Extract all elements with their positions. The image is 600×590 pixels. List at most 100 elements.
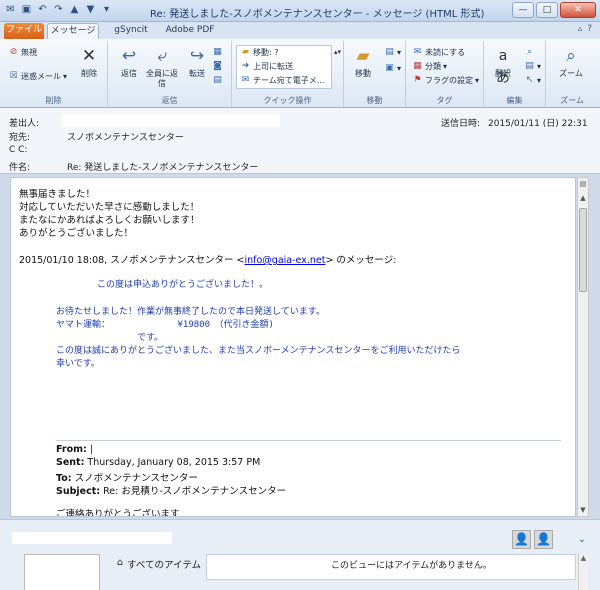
tab-gsyncit[interactable]: gSyncit <box>106 23 156 39</box>
down-arrow-icon[interactable]: ▼ <box>84 3 97 16</box>
category-icon: ▦ <box>413 61 422 71</box>
flag-button[interactable]: ⚑ フラグの設定 ▾ <box>412 75 479 86</box>
zoom-button[interactable]: ⌕ ズーム <box>554 45 588 79</box>
move-button[interactable]: ▰ 移動 <box>346 45 380 79</box>
customize-qat-icon[interactable]: ▾ <box>100 3 113 16</box>
body-scrollbar[interactable]: ▤ ▲ ▼ <box>577 177 589 517</box>
message-body[interactable]: 無事届きました！ 対応していただいた早さに感動しました！ またなにかあればよろし… <box>10 177 576 517</box>
group-label-reply: 返信 <box>161 96 178 105</box>
find-button[interactable]: ⌕ <box>524 47 535 58</box>
quoted-line: 幸いです。 <box>56 359 100 369</box>
group-zoom: ⌕ ズーム ズーム <box>546 41 598 107</box>
meeting-icon: ▦ <box>213 47 222 57</box>
reply-button[interactable]: ↩ 返信 <box>112 45 146 79</box>
help-icon[interactable]: ? <box>587 24 592 34</box>
tab-adobe-pdf[interactable]: Adobe PDF <box>160 23 220 39</box>
tab-message[interactable]: メッセージ <box>47 23 99 39</box>
body-line: またなにかあればよろしくお願いします！ <box>19 215 200 226</box>
sender-value[interactable] <box>62 114 280 127</box>
delete-x-icon: ✕ <box>81 46 97 66</box>
related-button[interactable]: ▤ ▾ <box>524 61 541 72</box>
quoted-to: To: スノボメンテナンスセンター <box>56 473 198 484</box>
forward-icon: ↪ <box>189 46 205 66</box>
im-button[interactable]: ◙ <box>212 61 223 72</box>
message-header: 差出人: 送信日時: 2015/01/11 (日) 22:31 宛先: スノボメ… <box>0 108 600 174</box>
body-line: ありがとうございました！ <box>19 228 134 239</box>
categorize-button[interactable]: ▦ 分類 ▾ <box>412 61 447 72</box>
maximize-button[interactable]: □ <box>536 2 558 18</box>
group-label-tags: タグ <box>436 96 453 105</box>
group-tags: ✉ 未読にする ▦ 分類 ▾ ⚑ フラグの設定 ▾ タグ <box>406 41 484 107</box>
team-mail-icon: ✉ <box>241 75 250 85</box>
quick-move-to[interactable]: ▰ 移動: ? <box>240 47 278 58</box>
save-icon[interactable]: ▣ <box>20 3 33 16</box>
quoted-line: ヤマト運輸： ¥19800 （代引き金額) <box>56 320 274 330</box>
group-label-quick-steps: クイック操作 <box>263 96 312 105</box>
actions-icon: ▣ <box>385 63 394 73</box>
quick-to-manager[interactable]: ➜ 上司に転送 <box>240 61 293 72</box>
tab-file[interactable]: ファイル <box>4 23 44 39</box>
undo-icon[interactable]: ↶ <box>36 3 49 16</box>
quoted-line: です。 <box>56 333 164 343</box>
contact-avatar-icon[interactable]: 👤 <box>534 530 553 549</box>
sent-label: 送信日時: <box>441 119 481 129</box>
quoted-subject: Subject: Re: お見積り-スノボメンテナンスセンター <box>56 486 287 497</box>
to-value[interactable]: スノボメンテナンスセンター <box>67 130 184 143</box>
window-title: Re: 発送しました-スノボメンテナンスセンター - メッセージ (HTML 形… <box>150 9 485 20</box>
collapse-ribbon-icon[interactable]: ▵ <box>578 24 583 34</box>
actions-button[interactable]: ▣ ▾ <box>384 63 401 74</box>
scroll-options-icon[interactable]: ▤ <box>578 178 588 190</box>
redo-icon[interactable]: ↷ <box>52 3 65 16</box>
select-button[interactable]: ↖ ▾ <box>524 75 541 86</box>
delete-button[interactable]: ✕ 削除 <box>72 45 106 79</box>
rules-button[interactable]: ▤ ▾ <box>384 47 401 58</box>
group-label-edit: 編集 <box>506 96 523 105</box>
all-items-link[interactable]: ⌂ すべてのアイテム <box>117 557 201 571</box>
mark-unread-button[interactable]: ✉ 未読にする <box>412 47 465 58</box>
group-label-zoom: ズーム <box>560 96 584 105</box>
quick-team-email[interactable]: ✉ チーム宛て電子メ... <box>240 75 325 86</box>
select-cursor-icon: ↖ <box>525 75 534 85</box>
scroll-thumb[interactable] <box>579 208 587 292</box>
move-folder-icon: ▰ <box>356 46 370 66</box>
body-line: 対応していただいた早さに感動しました！ <box>19 202 200 213</box>
find-icon: ⌕ <box>526 47 533 57</box>
unread-envelope-icon: ✉ <box>413 47 422 57</box>
sent-value: 2015/01/11 (日) 22:31 <box>488 119 588 129</box>
group-label-move: 移動 <box>366 96 383 105</box>
group-delete: ⊘ 無視 ☒ 迷惑メール ▾ ✕ 削除 削除 <box>0 41 108 107</box>
translate-button[interactable]: aあ 翻訳 <box>486 45 520 86</box>
minimize-button[interactable]: — <box>512 2 534 18</box>
scroll-arrows-icon: ▴▾ <box>334 48 342 56</box>
people-pane: 👤 👤 ⌄ ⌂ すべてのアイテム このビューにはアイテムがありません。 ▲ <box>0 519 600 590</box>
ignore-icon: ⊘ <box>9 47 18 57</box>
body-line: 無事届きました！ <box>19 189 96 200</box>
contact-avatar-icon[interactable]: 👤 <box>512 530 531 549</box>
ignore-button[interactable]: ⊘ 無視 <box>8 47 37 58</box>
junk-button[interactable]: ☒ 迷惑メール ▾ <box>8 71 67 82</box>
ribbon: ⊘ 無視 ☒ 迷惑メール ▾ ✕ 削除 削除 ↩ 返信 ⤶ 全員に返信 ↪ 転送… <box>0 39 600 108</box>
folder-arrow-icon: ▰ <box>242 47 249 57</box>
junk-icon: ☒ <box>9 71 18 81</box>
ribbon-extra-controls: ▵ ? <box>578 24 592 34</box>
quoted-line: この度は申込ありがとうございました！。 <box>97 280 269 290</box>
from-label: 差出人: <box>9 119 40 129</box>
collapse-people-pane-icon[interactable]: ⌄ <box>578 534 586 545</box>
close-button[interactable]: ✕ <box>560 2 596 18</box>
reply-icon: ↩ <box>121 46 137 66</box>
quote-separator <box>56 440 561 441</box>
reply-all-button[interactable]: ⤶ 全員に返信 <box>144 45 180 89</box>
group-move: ▰ 移動 ▤ ▾ ▣ ▾ 移動 <box>344 41 406 107</box>
quick-steps-scroll[interactable]: ▴▾ <box>334 47 341 58</box>
scroll-down-icon[interactable]: ▼ <box>578 504 588 516</box>
more-reply-button[interactable]: ▤ <box>212 75 223 86</box>
up-arrow-icon[interactable]: ▲ <box>68 3 81 16</box>
scroll-up-icon[interactable]: ▲ <box>578 192 588 204</box>
forward-button[interactable]: ↪ 転送 <box>180 45 214 79</box>
people-pane-scrollbar[interactable]: ▲ <box>578 554 588 590</box>
quoted-line: お待たせしました！作業が無事終了したので本日発送しています。 <box>56 307 325 317</box>
meeting-button[interactable]: ▦ <box>212 47 223 58</box>
quoted-sent: Sent: Thursday, January 08, 2015 3:57 PM <box>56 457 261 468</box>
sender-email-link[interactable]: info@gaia-ex.net <box>244 255 325 266</box>
quoted-from: From: | <box>56 444 94 455</box>
